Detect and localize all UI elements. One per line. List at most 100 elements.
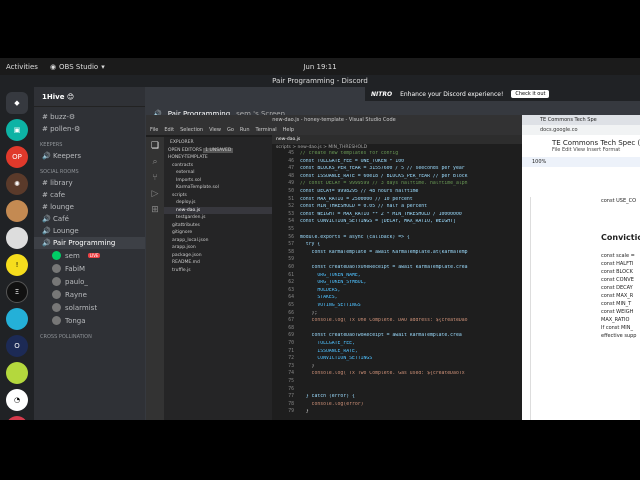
code-line[interactable]: console.log(error) [300, 402, 518, 407]
open-editors-header[interactable]: OPEN EDITORS 1 UNSAVED [164, 147, 272, 155]
server-icon[interactable]: ✺ [6, 173, 28, 195]
server-icon[interactable]: ◔ [6, 389, 28, 411]
voice-user[interactable]: sem LIVE [34, 249, 145, 262]
server-name[interactable]: 1Hive 😊 [34, 87, 145, 107]
server-icon[interactable]: OP [6, 146, 28, 168]
code-line[interactable]: ) [300, 364, 518, 369]
doc-title[interactable]: TE Commons Tech Spec (W [522, 135, 640, 147]
channel-buzz[interactable]: # buzz-⚙ [34, 111, 145, 123]
code-line[interactable]: const CONVICTION_SETTINGS = [DECAY, MAX_… [300, 219, 518, 224]
server-icon[interactable] [6, 362, 28, 384]
channel-lounge[interactable]: # lounge [34, 201, 145, 213]
code-line[interactable]: const WEIGHT = MAX_RATIO ** 2 * MIN_THRE… [300, 212, 518, 217]
code-line[interactable]: ORG_TOKEN_SYMBOL, [300, 280, 518, 285]
voice-user[interactable]: Rayne [34, 288, 145, 301]
menu-item[interactable]: Terminal [256, 127, 277, 133]
channel-cafe[interactable]: # cafe [34, 189, 145, 201]
voice-user[interactable]: FabiM [34, 262, 145, 275]
channel-pollen[interactable]: # pollen-⚙ [34, 123, 145, 135]
code-line[interactable]: const createDaoTxOneReceipt = await karm… [300, 265, 518, 270]
voice-user[interactable]: solarmist [34, 301, 145, 314]
file-item[interactable]: KarmaTemplate.sol [164, 184, 272, 192]
server-icon[interactable] [6, 227, 28, 249]
menu-item[interactable]: Help [283, 127, 294, 133]
voice-pair-programming[interactable]: 🔊 Pair Programming [34, 237, 145, 249]
server-icon[interactable]: O [6, 335, 28, 357]
server-icon[interactable]: ▣ [6, 119, 28, 141]
nitro-check-button[interactable]: Check it out [511, 90, 550, 98]
code-line[interactable]: module.exports = async (callback) => { [300, 235, 518, 240]
doc-menu[interactable]: File Edit View Insert Format [522, 147, 640, 153]
zoom-select[interactable]: 100% [532, 159, 546, 165]
file-item[interactable]: deploy.js [164, 199, 272, 207]
code-line[interactable]: // create new templates for config [300, 151, 518, 156]
code-line[interactable]: STAKES, [300, 295, 518, 300]
browser-tab[interactable]: TE Commons Tech Spe [522, 115, 640, 125]
code-area[interactable]: 45 // create new templates for config 46 co… [272, 151, 522, 420]
category-keepers[interactable]: KEEPERS [34, 140, 145, 150]
code-line[interactable]: const karmaTemplate = await KarmaTemplat… [300, 250, 518, 255]
file-item[interactable]: contracts [164, 162, 272, 170]
activities-button[interactable]: Activities [6, 63, 38, 71]
file-item[interactable]: gitignore [164, 229, 272, 237]
menu-item[interactable]: Edit [164, 127, 174, 133]
file-item[interactable]: new-dao.js [164, 206, 272, 214]
code-line[interactable]: } [300, 409, 518, 414]
voice-cafe[interactable]: 🔊 Café [34, 213, 145, 225]
code-line[interactable]: HOLDERS, [300, 288, 518, 293]
file-item[interactable]: package.json [164, 252, 272, 260]
extensions-icon[interactable]: ⊞ [146, 205, 164, 215]
code-line[interactable]: const MIN_THRESHOLD = 0.05 // half a per… [300, 204, 518, 209]
voice-user[interactable]: paulo_ [34, 275, 145, 288]
code-line[interactable]: const BLOCKS_PER_YEAR = 31557600 / 5 // … [300, 166, 518, 171]
file-item[interactable]: testgarden.js [164, 214, 272, 222]
file-item[interactable]: Imports.sol [164, 177, 272, 185]
code-line[interactable]: const ISSUANCE_RATE = 60e18 / BLOCKS_PER… [300, 174, 518, 179]
voice-lounge[interactable]: 🔊 Lounge [34, 225, 145, 237]
file-item[interactable]: README.md [164, 259, 272, 267]
clock[interactable]: Jun 19:11 [303, 63, 336, 71]
discord-home-icon[interactable]: ◆ [6, 92, 28, 114]
url-bar[interactable]: docs.google.co [522, 125, 640, 135]
code-line[interactable]: ORG_TOKEN_NAME, [300, 273, 518, 278]
doc-page[interactable]: const USE_CO Convictio const scale = con… [530, 197, 640, 420]
menu-item[interactable]: View [209, 127, 221, 133]
debug-icon[interactable]: ▷ [146, 189, 164, 199]
menu-item[interactable]: File [150, 127, 158, 133]
channel-library[interactable]: # library [34, 177, 145, 189]
code-line[interactable]: const createDaoTwoReceipt = await karmaT… [300, 333, 518, 338]
server-icon[interactable] [6, 200, 28, 222]
menu-item[interactable]: Selection [180, 127, 203, 133]
server-icon[interactable] [6, 308, 28, 330]
code-line[interactable]: const DECAY= 9998295 // 48 hours halftim… [300, 189, 518, 194]
voice-user[interactable]: Tonga [34, 314, 145, 327]
editor-tab[interactable]: new-dao.js [272, 135, 522, 144]
code-line[interactable]: } catch (error) { [300, 394, 518, 399]
file-item[interactable]: scripts [164, 192, 272, 200]
voice-keepers[interactable]: 🔊 Keepers [34, 150, 145, 162]
category-social[interactable]: SOCIAL ROOMS [34, 167, 145, 177]
code-line[interactable]: // const DECAY = 9999599 // 3 days halft… [300, 181, 518, 186]
obs-app-menu[interactable]: ◉ OBS Studio ▾ [50, 63, 105, 71]
file-item[interactable]: arapp.json [164, 244, 272, 252]
code-line[interactable]: const TOLLGATE_FEE = ONE_TOKEN * 100 [300, 159, 518, 164]
breadcrumb[interactable]: scripts > new-dao.js > MIN_THRESHOLD [272, 144, 522, 151]
code-line[interactable]: TOLLGATE_FEE, [300, 341, 518, 346]
search-icon[interactable]: ⌕ [146, 157, 164, 167]
file-item[interactable]: truffle.js [164, 267, 272, 275]
code-line[interactable]: try { [300, 242, 518, 247]
code-line[interactable]: ISSUANCE_RATE, [300, 349, 518, 354]
file-item[interactable]: arapp_local.json [164, 237, 272, 245]
code-line[interactable]: ); [300, 311, 518, 316]
source-control-icon[interactable]: ⑂ [146, 173, 164, 183]
code-line[interactable]: console.log(`Tx One Complete. DAO addres… [300, 318, 518, 323]
server-icon[interactable]: Ξ [6, 281, 28, 303]
code-line[interactable]: CONVICTION_SETTINGS [300, 356, 518, 361]
menu-item[interactable]: Go [227, 127, 234, 133]
category-cross[interactable]: CROSS POLLINATION [34, 332, 145, 342]
code-line[interactable]: VOTING_SETTINGS [300, 303, 518, 308]
code-line[interactable]: const MAX_RATIO = 2500000 // 10 percent [300, 197, 518, 202]
code-line[interactable]: console.log(`Tx Two Complete. Gas used: … [300, 371, 518, 376]
file-item[interactable]: gitattributes [164, 222, 272, 230]
project-header[interactable]: HONEY-TEMPLATE [164, 154, 272, 162]
